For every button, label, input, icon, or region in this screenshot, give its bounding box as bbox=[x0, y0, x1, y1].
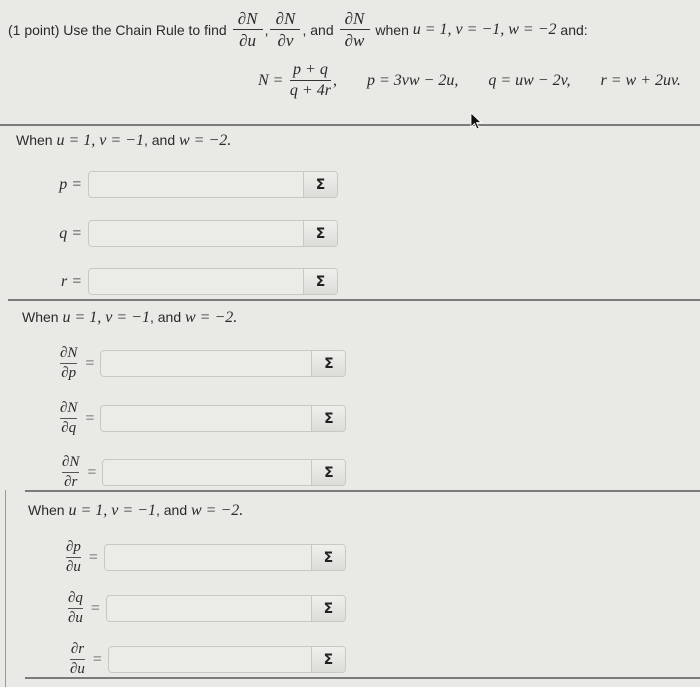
r-label: r = bbox=[60, 272, 82, 290]
dN-dr-input[interactable] bbox=[103, 460, 312, 485]
problem-prefix: (1 point) Use the Chain Rule to find bbox=[8, 21, 227, 38]
dN-dw-fraction: ∂N ∂w bbox=[339, 10, 370, 49]
section-2-condition: When u = 1, v = −1, and w = −2. bbox=[22, 309, 238, 326]
dr-du-input[interactable] bbox=[108, 647, 311, 672]
dN-dp-input-box: Σ bbox=[100, 350, 347, 377]
dq-du-input[interactable] bbox=[106, 596, 311, 621]
q-value-row: q = Σ bbox=[30, 220, 338, 247]
divider bbox=[25, 490, 700, 492]
q-input[interactable] bbox=[89, 221, 303, 246]
dN-dq-label: ∂N ∂q bbox=[60, 400, 78, 436]
dN-dq-input[interactable] bbox=[101, 406, 312, 431]
dN-dp-row: ∂N ∂p = Σ bbox=[58, 345, 347, 381]
dN-dq-row: ∂N ∂q = Σ bbox=[58, 400, 347, 436]
p-definition: p = 3vw − 2u, bbox=[366, 71, 459, 89]
sigma-icon[interactable]: Σ bbox=[310, 545, 345, 570]
divider bbox=[8, 299, 700, 301]
p-input-box: Σ bbox=[88, 171, 338, 198]
r-definition: r = w + 2uv. bbox=[600, 71, 681, 89]
dN-dp-label: ∂N ∂p bbox=[60, 345, 78, 381]
N-fraction: p + q q + 4r bbox=[289, 61, 331, 99]
section-3-condition: When u = 1, v = −1, and w = −2. bbox=[28, 502, 244, 519]
condition: u = 1, v = −1, w = −2 bbox=[412, 20, 557, 38]
dq-du-input-box: Σ bbox=[105, 595, 346, 622]
dr-du-row: ∂r ∂u = Σ bbox=[68, 642, 346, 677]
when-word: when bbox=[375, 21, 409, 38]
dq-du-row: ∂q ∂u = Σ bbox=[66, 591, 346, 626]
p-label: p = bbox=[59, 175, 82, 193]
dq-du-label: ∂q ∂u bbox=[68, 590, 83, 626]
q-definition: q = uw − 2v, bbox=[488, 71, 571, 89]
N-lhs: N = bbox=[258, 71, 284, 89]
sigma-icon[interactable]: Σ bbox=[310, 596, 345, 621]
dN-dr-label: ∂N ∂r bbox=[62, 454, 80, 490]
dr-du-label: ∂r ∂u bbox=[70, 641, 85, 677]
dp-du-label: ∂p ∂u bbox=[66, 539, 81, 575]
sigma-icon[interactable]: Σ bbox=[311, 406, 346, 431]
r-input[interactable] bbox=[89, 269, 303, 294]
sigma-icon[interactable]: Σ bbox=[311, 460, 346, 485]
sigma-icon[interactable]: Σ bbox=[311, 351, 346, 376]
dN-dv-fraction: ∂N ∂v bbox=[270, 10, 301, 49]
q-label: q = bbox=[59, 224, 82, 242]
sigma-icon[interactable]: Σ bbox=[303, 172, 337, 197]
sigma-icon[interactable]: Σ bbox=[310, 647, 345, 672]
r-input-box: Σ bbox=[88, 268, 338, 295]
dN-dr-input-box: Σ bbox=[102, 459, 347, 486]
suffix: and: bbox=[560, 21, 588, 38]
dN-dp-input[interactable] bbox=[101, 351, 312, 376]
function-definitions: N = p + q q + 4r , p = 3vw − 2u, q = uw … bbox=[258, 61, 681, 99]
comma: , bbox=[264, 21, 269, 38]
dN-du-fraction: ∂N ∂u bbox=[232, 10, 263, 49]
sigma-icon[interactable]: Σ bbox=[303, 269, 337, 294]
dp-du-input-box: Σ bbox=[103, 544, 346, 571]
dr-du-input-box: Σ bbox=[107, 646, 346, 673]
section-1-condition: When u = 1, v = −1, and w = −2. bbox=[16, 132, 232, 149]
problem-statement: (1 point) Use the Chain Rule to find ∂N … bbox=[8, 10, 588, 49]
r-value-row: r = Σ bbox=[30, 268, 338, 295]
divider bbox=[25, 677, 700, 679]
and-word: , and bbox=[302, 21, 334, 38]
q-input-box: Σ bbox=[88, 220, 338, 247]
dN-dq-input-box: Σ bbox=[100, 405, 347, 432]
left-border bbox=[5, 490, 6, 687]
p-value-row: p = Σ bbox=[30, 171, 338, 198]
divider bbox=[0, 124, 700, 126]
p-input[interactable] bbox=[89, 172, 303, 197]
dN-dr-row: ∂N ∂r = Σ bbox=[60, 454, 347, 490]
sigma-icon[interactable]: Σ bbox=[303, 221, 337, 246]
dp-du-input[interactable] bbox=[104, 545, 311, 570]
dp-du-row: ∂p ∂u = Σ bbox=[64, 540, 346, 575]
